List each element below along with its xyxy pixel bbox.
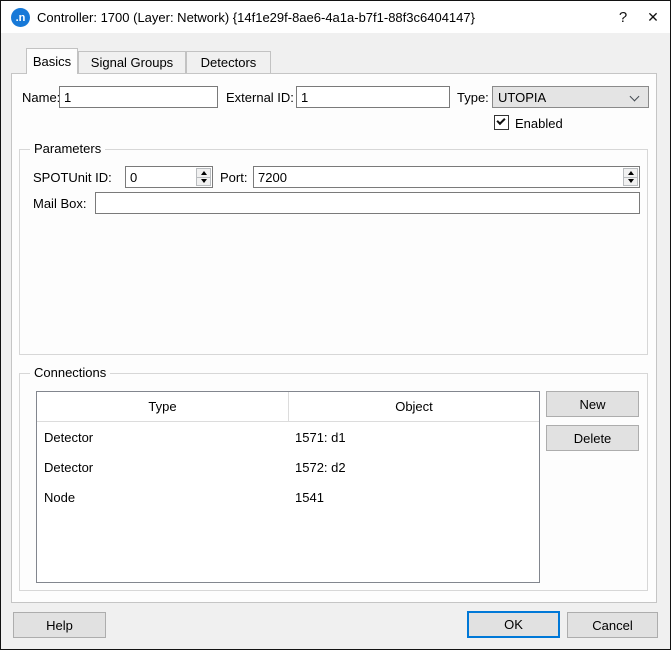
cell-object: 1541 (289, 490, 539, 505)
name-input[interactable] (59, 86, 218, 108)
title-bar: .n Controller: 1700 (Layer: Network) {14… (1, 1, 670, 33)
table-row[interactable]: Node 1541 (37, 482, 539, 512)
arrow-down-icon (628, 179, 634, 183)
chevron-down-icon (630, 92, 640, 102)
aimsun-app-icon: .n (11, 8, 30, 27)
cell-object: 1572: d2 (289, 460, 539, 475)
close-icon[interactable]: ✕ (637, 1, 669, 33)
spinner-down-button[interactable] (624, 177, 637, 186)
window-title: Controller: 1700 (Layer: Network) {14f1e… (37, 1, 475, 33)
column-header-object[interactable]: Object (289, 392, 539, 421)
new-button[interactable]: New (546, 391, 639, 417)
mail-box-label: Mail Box: (33, 192, 86, 214)
parameters-legend: Parameters (30, 141, 105, 156)
external-id-label: External ID: (226, 86, 294, 108)
basics-tab-pane: Name: External ID: Type: UTOPIA Enabled … (11, 73, 657, 603)
type-selected-value: UTOPIA (498, 90, 546, 105)
mail-box-input[interactable] (95, 192, 640, 214)
type-dropdown[interactable]: UTOPIA (492, 86, 649, 108)
tab-basics[interactable]: Basics (26, 48, 78, 74)
spot-unit-id-label: SPOTUnit ID: (33, 166, 112, 188)
titlebar-help-icon[interactable]: ? (607, 1, 639, 33)
cell-object: 1571: d1 (289, 430, 539, 445)
help-button[interactable]: Help (13, 612, 106, 638)
cell-type: Detector (37, 460, 289, 475)
spinner-up-button[interactable] (197, 169, 210, 177)
port-input[interactable] (253, 166, 640, 188)
connections-table: Type Object Detector 1571: d1 Detector 1… (36, 391, 540, 583)
ok-button[interactable]: OK (467, 611, 560, 638)
spinner-down-button[interactable] (197, 177, 210, 186)
type-label: Type: (457, 86, 489, 108)
spinner (196, 168, 211, 186)
cancel-button[interactable]: Cancel (567, 612, 658, 638)
tab-signal-groups[interactable]: Signal Groups (78, 51, 186, 73)
parameters-group: Parameters SPOTUnit ID: Port: Mail Box: (19, 149, 648, 355)
check-icon (496, 116, 505, 125)
delete-button[interactable]: Delete (546, 425, 639, 451)
name-label: Name: (22, 86, 60, 108)
port-label: Port: (220, 166, 247, 188)
table-header: Type Object (37, 392, 539, 422)
spinner-up-button[interactable] (624, 169, 637, 177)
tab-detectors[interactable]: Detectors (186, 51, 271, 73)
arrow-up-icon (201, 171, 207, 175)
enabled-label: Enabled (515, 112, 563, 134)
cell-type: Detector (37, 430, 289, 445)
controller-dialog: .n Controller: 1700 (Layer: Network) {14… (0, 0, 671, 650)
table-row[interactable]: Detector 1571: d1 (37, 422, 539, 452)
connections-legend: Connections (30, 365, 110, 380)
port-spinbox[interactable] (253, 166, 640, 188)
arrow-up-icon (628, 171, 634, 175)
table-row[interactable]: Detector 1572: d2 (37, 452, 539, 482)
enabled-checkbox[interactable] (494, 115, 509, 130)
connections-group: Connections Type Object Detector 1571: d… (19, 373, 648, 591)
spot-unit-id-spinbox[interactable] (125, 166, 213, 188)
external-id-input[interactable] (296, 86, 450, 108)
cell-type: Node (37, 490, 289, 505)
arrow-down-icon (201, 179, 207, 183)
spinner (623, 168, 638, 186)
column-header-type[interactable]: Type (37, 392, 289, 421)
